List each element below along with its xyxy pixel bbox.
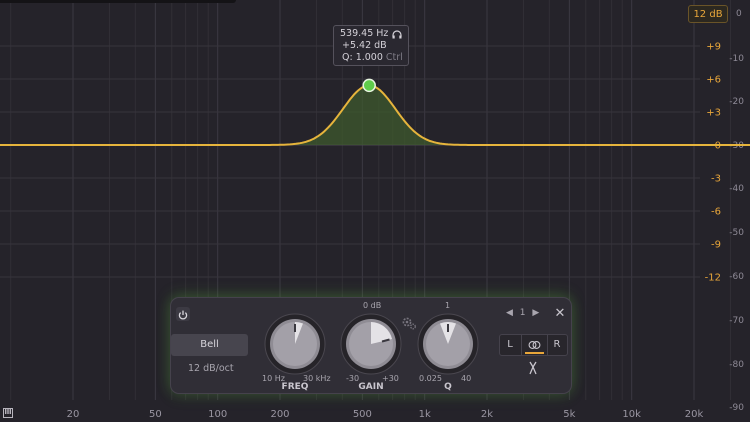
power-icon [178, 310, 188, 320]
display-range-button[interactable]: 12 dB [688, 5, 728, 23]
gain-scale-label: +3 [706, 108, 721, 119]
gain-scale-label: +6 [706, 75, 721, 86]
spectrum-scale-label: -40 [729, 184, 744, 194]
frequency-scale-label: 200 [270, 409, 289, 420]
spectrum-scale-label: -60 [729, 272, 744, 282]
band-power-button[interactable] [176, 307, 190, 321]
frequency-scale-label: 50 [149, 409, 162, 420]
title-bar-edge [0, 0, 236, 3]
band-navigator: ◀ 1 ▶ [506, 308, 539, 318]
gain-scale-label: -3 [711, 174, 721, 185]
spectrum-scale-top: 0 [736, 9, 742, 19]
spectrum-scale-label: -80 [729, 360, 744, 370]
frequency-scale-label: 1k [419, 409, 431, 420]
freq-knob-label: FREQ [281, 382, 309, 392]
band-control-panel: Bell 12 dB/oct 10 Hz 30 kHz FREQ 0 dB -3… [170, 297, 572, 394]
spectrum-scale-label: -90 [729, 403, 744, 413]
prev-band-button[interactable]: ◀ [506, 308, 513, 318]
gear-icon[interactable] [401, 316, 417, 330]
frequency-scale-label: 500 [353, 409, 372, 420]
spectrum-scale-label: -50 [729, 228, 744, 238]
stereo-placement: L R [499, 334, 568, 356]
frequency-scale-label: 2k [481, 409, 493, 420]
spectrum-scale-label: -10 [729, 54, 744, 64]
frequency-scale-label: 10k [622, 409, 641, 420]
stereo-link-icon [525, 341, 544, 354]
close-icon[interactable]: ✕ [553, 307, 567, 321]
piano-icon[interactable] [3, 408, 13, 418]
next-band-button[interactable]: ▶ [532, 308, 539, 318]
gain-scale-label: +9 [706, 42, 721, 53]
band-number: 1 [519, 308, 526, 318]
band-node[interactable] [362, 78, 376, 93]
filter-slope[interactable]: 12 dB/oct [188, 363, 234, 374]
q-knob-label: Q [444, 382, 452, 392]
frequency-scale-label: 20k [685, 409, 704, 420]
spectrum-scale-label: -70 [729, 316, 744, 326]
stereo-right-button[interactable]: R [547, 335, 567, 355]
headphones-icon[interactable] [392, 30, 402, 39]
frequency-scale-label: 20 [67, 409, 80, 420]
tooltip-frequency: 539.45 Hz [340, 28, 389, 39]
gain-knob-label: GAIN [358, 382, 384, 392]
freq-knob[interactable] [263, 312, 327, 376]
gain-scale-label: -9 [711, 240, 721, 251]
tooltip-ctrl-hint: Ctrl [385, 52, 403, 63]
q-knob[interactable] [416, 312, 480, 376]
band-tooltip: 539.45 Hz +5.42 dB Q: 1.000 Ctrl [333, 25, 409, 66]
tooltip-q: Q: 1.000 Ctrl [342, 52, 403, 63]
stereo-left-button[interactable]: L [500, 335, 520, 355]
gain-knob[interactable] [339, 312, 403, 376]
spectrum-scale-label: -20 [729, 97, 744, 107]
frequency-scale-label: 100 [208, 409, 227, 420]
filter-type-button[interactable]: Bell [171, 334, 248, 356]
gain-scale-label: -6 [711, 207, 721, 218]
gain-top-label: 0 dB [363, 301, 382, 310]
split-icon[interactable] [527, 361, 539, 375]
gain-scale-label: -12 [705, 273, 721, 284]
q-top-label: 1 [445, 301, 451, 310]
stereo-link-button[interactable] [521, 335, 548, 355]
frequency-scale-label: 5k [563, 409, 575, 420]
tooltip-gain: +5.42 dB [342, 40, 387, 51]
